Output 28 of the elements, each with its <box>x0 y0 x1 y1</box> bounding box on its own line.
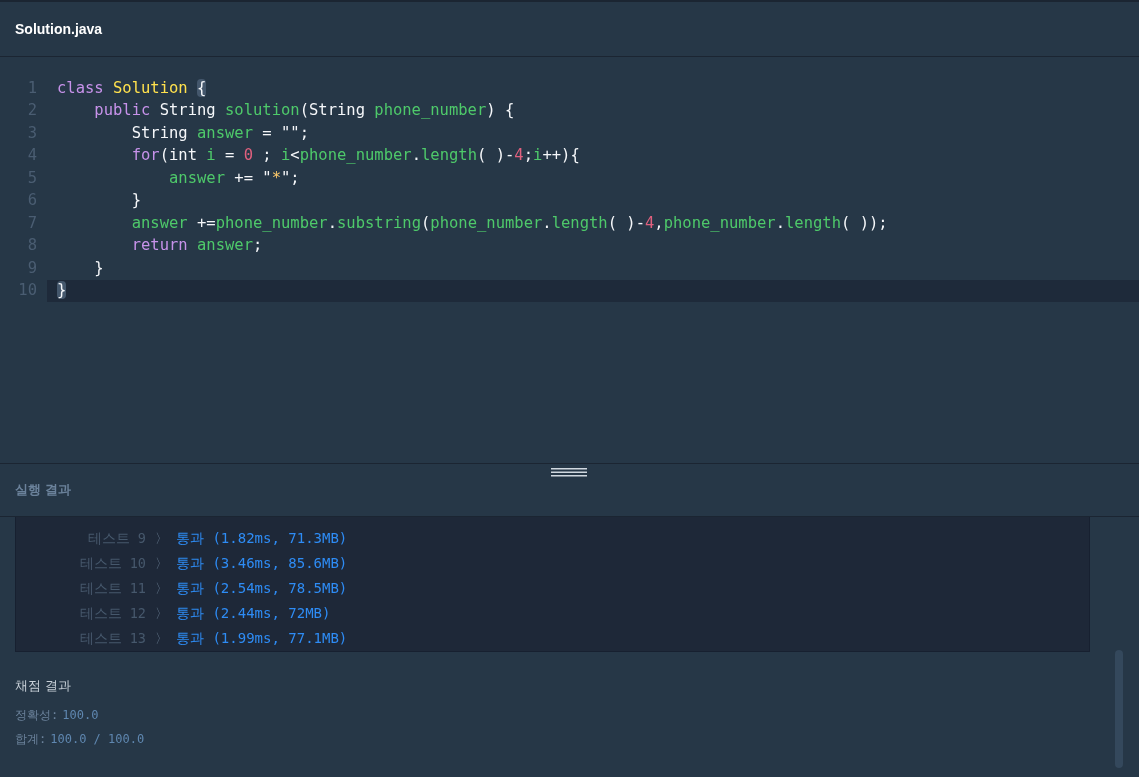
chevron-icon: 〉 <box>146 603 176 624</box>
code-line: } <box>130 190 141 212</box>
code-line: String answer = ""; <box>130 122 309 144</box>
chevron-icon: 〉 <box>146 528 176 549</box>
chevron-icon: 〉 <box>146 628 176 649</box>
code-line: public String solution(String phone_number) { <box>93 100 515 122</box>
code-line: answer +=phone_number.substring(phone_number.length( )-4,phone_number.length( )); <box>130 212 888 234</box>
code-line: return answer; <box>130 235 263 257</box>
test-result: 통과 (3.46ms, 85.6MB) <box>176 554 348 573</box>
code-line: class Solution { <box>57 77 207 99</box>
test-result: 통과 (1.99ms, 77.1MB) <box>176 629 348 648</box>
code-line: } <box>93 257 104 279</box>
test-result: 통과 (2.54ms, 78.5MB) <box>176 579 348 598</box>
code-line: for(int i = 0 ; i<phone_number.length( )-4;i++){ <box>130 145 580 167</box>
code-line: answer += "*"; <box>167 167 300 189</box>
accuracy-label: 정확성: <box>15 706 59 724</box>
grading-title: 채점 결과 <box>15 677 72 695</box>
total-value: 100.0 / 100.0 <box>50 730 145 748</box>
code-line: } <box>57 280 67 302</box>
test-result: 통과 (1.82ms, 71.3MB) <box>176 529 348 548</box>
file-tab[interactable]: Solution.java <box>15 18 103 40</box>
accuracy-value: 100.0 <box>62 706 99 724</box>
chevron-icon: 〉 <box>146 553 176 574</box>
total-label: 합계: <box>15 730 47 748</box>
resize-handle-icon[interactable] <box>551 467 587 477</box>
chevron-icon: 〉 <box>146 578 176 599</box>
panel-title: 실행 결과 <box>15 481 71 500</box>
test-result: 통과 (2.44ms, 72MB) <box>176 604 331 623</box>
